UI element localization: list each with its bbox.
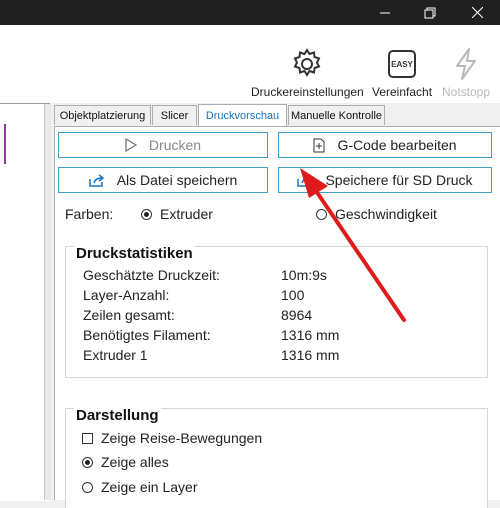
stats-title: Druckstatistiken: [74, 245, 195, 262]
stat-value: 1316 mm: [281, 347, 340, 363]
colors-label: Farben:: [65, 206, 114, 222]
tab-label: Manuelle Kontrolle: [290, 109, 383, 122]
tab-druckvorschau[interactable]: Druckvorschau: [198, 104, 287, 126]
simplified-label: Vereinfacht: [372, 85, 433, 99]
stat-key: Layer-Anzahl:: [83, 287, 170, 303]
save-for-sd-label: Speichere für SD Druck: [325, 172, 473, 188]
save-for-sd-button[interactable]: Speichere für SD Druck: [278, 167, 492, 193]
tab-objektplatzierung[interactable]: Objektplatzierung: [54, 105, 151, 125]
easy-icon-text: EASY: [391, 59, 413, 69]
checkbox-label: Zeige Reise-Bewegungen: [101, 430, 263, 446]
viewport-model-edge: [4, 124, 6, 164]
viewport-scrollbar[interactable]: [44, 104, 51, 500]
minimize-icon[interactable]: [362, 0, 408, 25]
tab-label: Druckvorschau: [205, 109, 280, 122]
tab-label: Objektplatzierung: [59, 109, 146, 122]
document-plus-icon: [313, 138, 325, 153]
3d-viewport[interactable]: [0, 103, 50, 501]
stat-value: 1316 mm: [281, 327, 340, 343]
export-icon: [88, 173, 105, 187]
tab-label: Slicer: [160, 109, 189, 122]
printer-settings-button[interactable]: Druckereinstellungen: [251, 47, 364, 99]
emergency-stop-label: Notstopp: [442, 85, 491, 99]
save-as-file-button[interactable]: Als Datei speichern: [58, 167, 268, 193]
gear-icon: [293, 48, 321, 77]
printer-settings-label: Druckereinstellungen: [251, 85, 364, 99]
checkbox-box: [82, 432, 93, 444]
emergency-stop-button[interactable]: Notstopp: [442, 47, 490, 99]
save-as-file-label: Als Datei speichern: [116, 172, 238, 188]
stat-value: 8964: [281, 307, 313, 323]
show-one-layer-radio[interactable]: Zeige ein Layer: [82, 479, 198, 495]
color-by-speed-radio[interactable]: Geschwindigkeit: [316, 206, 437, 222]
print-button-label: Drucken: [148, 137, 202, 153]
stat-key: Extruder 1: [83, 347, 148, 363]
radio-dot: [141, 208, 152, 220]
stat-key: Zeilen gesamt:: [83, 307, 175, 323]
display-title: Darstellung: [74, 407, 161, 424]
stat-value: 100: [281, 287, 305, 303]
radio-dot: [82, 481, 93, 493]
easy-icon: EASY: [388, 50, 417, 78]
radio-dot: [82, 456, 93, 468]
radio-label: Extruder: [160, 206, 213, 222]
stat-value: 10m:9s: [281, 267, 327, 283]
restore-icon[interactable]: [407, 0, 453, 25]
print-statistics-group: Druckstatistiken Geschätzte Druckzeit: 1…: [65, 245, 488, 378]
radio-label: Geschwindigkeit: [335, 206, 437, 222]
play-icon: [125, 138, 137, 152]
lightning-icon: [456, 48, 477, 80]
print-button[interactable]: Drucken: [58, 132, 268, 158]
color-by-extruder-radio[interactable]: Extruder: [141, 206, 213, 222]
tab-manuelle-kontrolle[interactable]: Manuelle Kontrolle: [288, 105, 385, 125]
edit-gcode-label: G-Code bearbeiten: [337, 137, 457, 153]
radio-label: Zeige ein Layer: [101, 479, 198, 495]
show-travel-checkbox[interactable]: Zeige Reise-Bewegungen: [82, 430, 262, 446]
show-all-radio[interactable]: Zeige alles: [82, 454, 169, 470]
radio-label: Zeige alles: [101, 454, 169, 470]
main-toolbar: Druckereinstellungen EASY Vereinfacht No…: [0, 25, 500, 103]
tab-slicer[interactable]: Slicer: [152, 105, 197, 125]
stat-key: Geschätzte Druckzeit:: [83, 267, 220, 283]
stat-key: Benötigtes Filament:: [83, 327, 211, 343]
edit-gcode-button[interactable]: G-Code bearbeiten: [278, 132, 492, 158]
close-icon[interactable]: [454, 0, 500, 25]
window-titlebar: [0, 0, 500, 25]
simplified-mode-button[interactable]: EASY Vereinfacht: [372, 47, 432, 99]
export-icon: [297, 173, 313, 187]
radio-dot: [316, 208, 327, 220]
